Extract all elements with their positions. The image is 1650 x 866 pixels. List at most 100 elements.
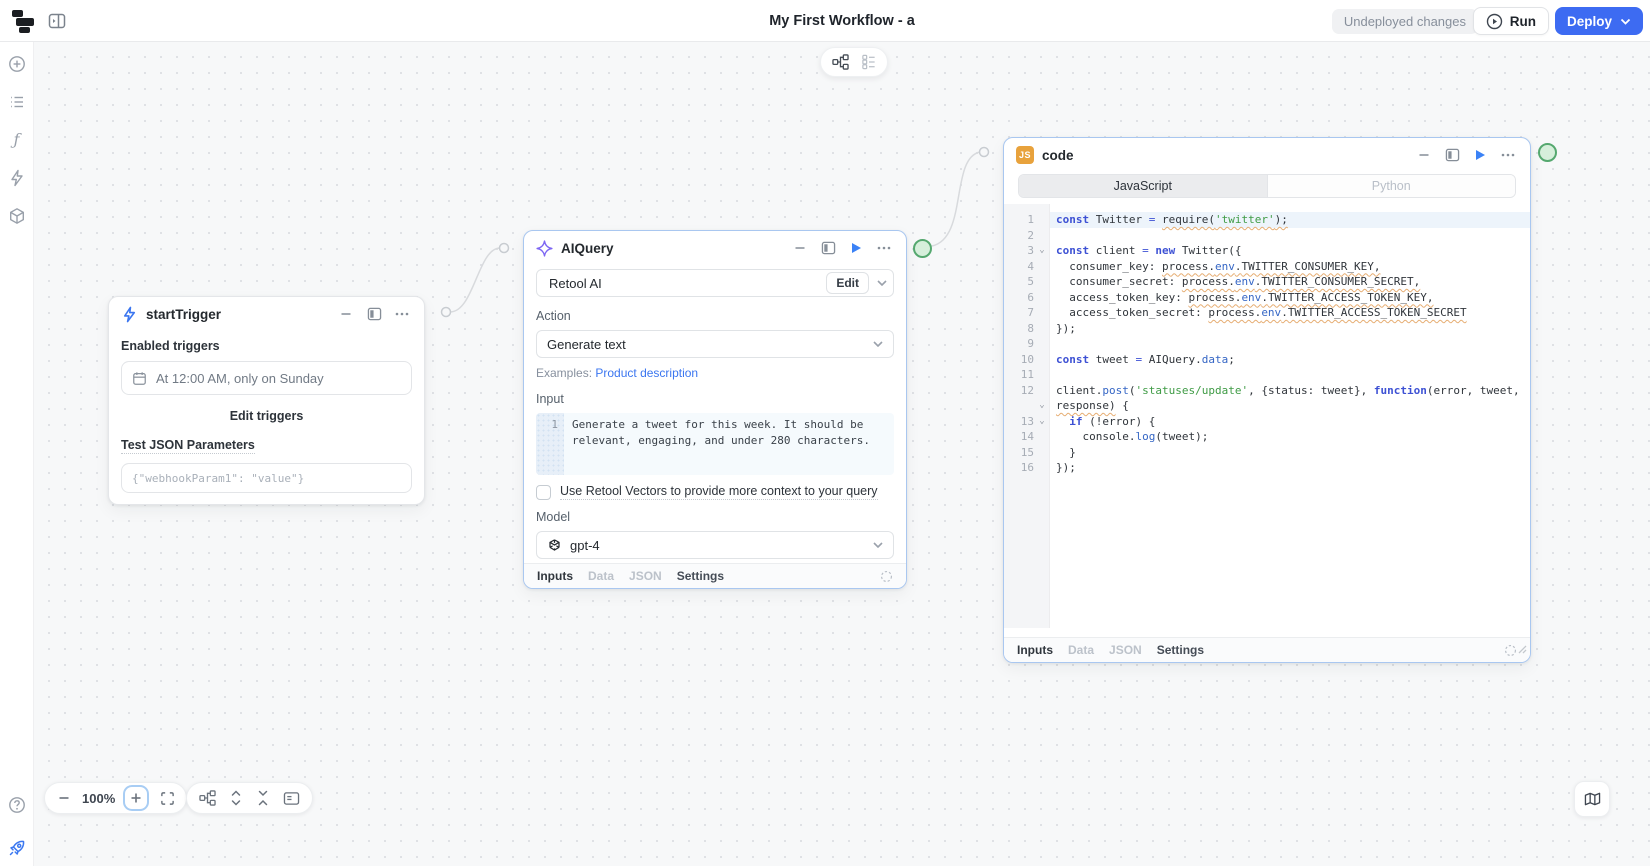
footer-tab-json[interactable]: JSON <box>629 569 662 583</box>
code-line[interactable]: 11 <box>1004 367 1530 383</box>
code-line[interactable]: 4 consumer_key: process.env.TWITTER_CONS… <box>1004 259 1530 275</box>
prompt-editor-text[interactable]: Generate a tweet for this week. It shoul… <box>564 413 894 475</box>
add-block-icon[interactable] <box>8 55 26 73</box>
footer-tab-json[interactable]: JSON <box>1109 643 1142 657</box>
layout-toolbar <box>186 782 313 814</box>
footer-tab-settings[interactable]: Settings <box>1157 643 1204 657</box>
code-line[interactable]: 6 access_token_key: process.env.TWITTER_… <box>1004 290 1530 306</box>
node-code[interactable]: JS code JavaScriptPython 1const Twitter … <box>1003 137 1531 663</box>
tab-python[interactable]: Python <box>1267 175 1516 197</box>
code-line[interactable]: 13⌄ if (!error) { <box>1004 414 1530 430</box>
minimap-toggle-button[interactable] <box>1574 781 1610 817</box>
triggers-icon[interactable] <box>8 169 26 187</box>
prompt-editor[interactable]: 1 Generate a tweet for this week. It sho… <box>536 413 894 475</box>
trigger-lightning-icon <box>121 306 138 323</box>
node-ai-query[interactable]: AIQuery Retool AI Edit Action Generate t… <box>523 230 907 589</box>
refresh-icon[interactable] <box>1504 644 1517 657</box>
footer-tab-settings[interactable]: Settings <box>677 569 724 583</box>
collapse-node-icon[interactable] <box>336 304 356 324</box>
resources-cube-icon[interactable] <box>8 207 26 225</box>
chevron-down-icon <box>873 542 883 548</box>
test-json-parameters-label: Test JSON Parameters <box>121 438 255 454</box>
more-options-icon[interactable] <box>1498 145 1518 165</box>
play-circle-icon <box>1486 13 1503 30</box>
footer-tab-data[interactable]: Data <box>588 569 614 583</box>
aiquery-output-port[interactable] <box>913 239 932 258</box>
code-line[interactable]: 5 consumer_secret: process.env.TWITTER_C… <box>1004 274 1530 290</box>
zoom-level[interactable]: 100% <box>82 791 115 806</box>
code-line[interactable]: 8}); <box>1004 321 1530 337</box>
code-line[interactable]: 10const tweet = AIQuery.data; <box>1004 352 1530 368</box>
open-side-panel-icon[interactable] <box>818 238 838 258</box>
fold-arrow-icon[interactable]: ⌄ <box>1034 243 1050 259</box>
rocket-icon[interactable] <box>7 838 27 856</box>
footer-tab-data[interactable]: Data <box>1068 643 1094 657</box>
code-line[interactable]: 14 console.log(tweet); <box>1004 429 1530 445</box>
help-icon[interactable] <box>8 796 26 814</box>
action-label: Action <box>536 309 571 323</box>
collapse-node-icon[interactable] <box>790 238 810 258</box>
more-options-icon[interactable] <box>392 304 412 324</box>
prompt-editor-gutter: 1 <box>536 413 564 475</box>
panel-layout-icon[interactable] <box>283 791 300 806</box>
model-select[interactable]: gpt-4 <box>536 531 894 559</box>
code-line[interactable]: 15 } <box>1004 445 1530 461</box>
functions-icon[interactable]: ƒ <box>14 131 20 149</box>
blocks-list-icon[interactable] <box>8 93 26 111</box>
use-vectors-checkbox[interactable] <box>536 485 551 500</box>
resize-handle[interactable] <box>1518 641 1527 659</box>
node-start-trigger[interactable]: startTrigger Enabled triggers At 12:00 A… <box>108 296 425 505</box>
open-side-panel-icon[interactable] <box>1442 145 1462 165</box>
code-footer: Inputs Data JSON Settings <box>1004 637 1530 662</box>
chevron-down-icon <box>877 280 887 286</box>
resource-select[interactable]: Retool AI Edit <box>536 269 894 297</box>
code-line[interactable]: 2 <box>1004 228 1530 244</box>
code-editor-lines[interactable]: 1const Twitter = require('twitter');23⌄c… <box>1004 204 1530 476</box>
run-block-icon[interactable] <box>1470 145 1490 165</box>
code-editor[interactable]: 1const Twitter = require('twitter');23⌄c… <box>1004 204 1530 628</box>
edit-resource-button[interactable]: Edit <box>826 272 869 294</box>
outline-view-icon[interactable] <box>861 54 877 70</box>
examples-row: Examples: Product description <box>536 366 894 380</box>
javascript-badge-icon: JS <box>1016 146 1034 164</box>
action-select[interactable]: Generate text <box>536 330 894 358</box>
fold-arrow-icon[interactable]: ⌄ <box>1034 398 1050 414</box>
workflow-title[interactable]: My First Workflow - a <box>769 13 915 29</box>
expand-all-icon[interactable] <box>229 790 243 806</box>
collapse-node-icon[interactable] <box>1414 145 1434 165</box>
deploy-button[interactable]: Deploy <box>1555 7 1643 35</box>
trigger-schedule[interactable]: At 12:00 AM, only on Sunday <box>121 361 412 395</box>
fit-to-screen-icon[interactable] <box>157 788 177 808</box>
zoom-in-icon[interactable] <box>123 785 149 811</box>
examples-link[interactable]: Product description <box>595 366 698 380</box>
collapse-all-icon[interactable] <box>256 790 270 806</box>
toggle-left-panel-icon[interactable] <box>47 11 67 36</box>
code-line[interactable]: ⌄response) { <box>1004 398 1530 414</box>
enabled-triggers-label: Enabled triggers <box>121 339 220 353</box>
footer-tab-inputs[interactable]: Inputs <box>537 569 573 583</box>
code-output-port[interactable] <box>1538 143 1557 162</box>
retool-workflow-editor: My First Workflow - a Undeployed changes… <box>0 0 1650 866</box>
code-line[interactable]: 3⌄const client = new Twitter({ <box>1004 243 1530 259</box>
graph-view-icon[interactable] <box>832 54 849 70</box>
code-line[interactable]: 9 <box>1004 336 1530 352</box>
zoom-out-icon[interactable] <box>54 788 74 808</box>
tab-javascript[interactable]: JavaScript <box>1019 175 1267 197</box>
test-json-input[interactable]: {"webhookParam1": "value"} <box>121 463 412 493</box>
use-vectors-label: Use Retool Vectors to provide more conte… <box>560 484 878 500</box>
fold-arrow-icon[interactable]: ⌄ <box>1034 414 1050 430</box>
code-line[interactable]: 12client.post('statuses/update', {status… <box>1004 383 1530 399</box>
retool-logo-icon[interactable] <box>12 9 38 33</box>
open-side-panel-icon[interactable] <box>364 304 384 324</box>
code-line[interactable]: 1const Twitter = require('twitter'); <box>1004 212 1530 228</box>
edit-triggers-button[interactable]: Edit triggers <box>109 409 424 423</box>
more-options-icon[interactable] <box>874 238 894 258</box>
refresh-icon[interactable] <box>880 570 893 583</box>
footer-tab-inputs[interactable]: Inputs <box>1017 643 1053 657</box>
trigger-schedule-text: At 12:00 AM, only on Sunday <box>156 371 324 386</box>
code-line[interactable]: 16}); <box>1004 460 1530 476</box>
run-button[interactable]: Run <box>1473 7 1549 35</box>
code-line[interactable]: 7 access_token_secret: process.env.TWITT… <box>1004 305 1530 321</box>
run-block-icon[interactable] <box>846 238 866 258</box>
auto-layout-icon[interactable] <box>199 790 216 806</box>
